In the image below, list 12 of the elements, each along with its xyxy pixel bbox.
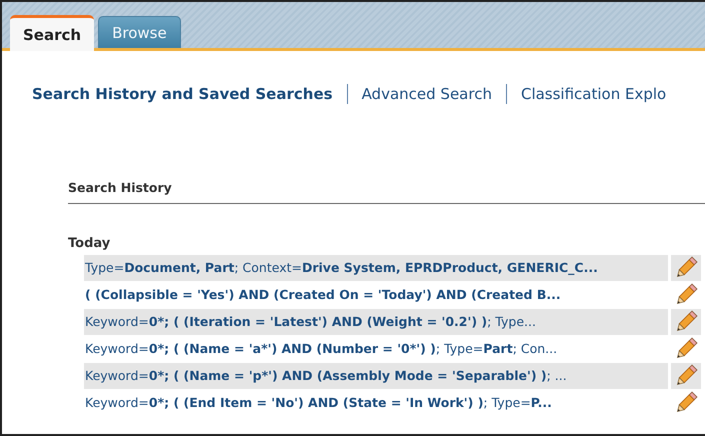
section-title: Search History — [68, 180, 173, 195]
tab[interactable]: Search — [10, 15, 94, 51]
history-entry-link[interactable]: Keyword=0*; ( (Name = 'p*') AND (Assembly Mode = 'Separable') ); ... — [84, 363, 668, 389]
history-entry-link[interactable]: Keyword=0*; ( (Name = 'a*') AND (Number = '0*') ); Type=Part; Con... — [84, 336, 668, 362]
nav-link[interactable]: Search History and Saved Searches — [32, 85, 333, 103]
history-entry-link[interactable]: Type=Document, Part; Context=Drive System, EPRDProduct, GENERIC_C... — [84, 255, 668, 281]
nav-link[interactable]: Advanced Search — [362, 85, 492, 103]
history-entry-link[interactable]: Keyword=0*; ( (Iteration = 'Latest') AND (Weight = '0.2') ); Type... — [84, 309, 668, 335]
group-label: Today — [68, 236, 112, 251]
nav-link[interactable]: Classification Explo — [520, 85, 666, 103]
history-entry-link[interactable]: ( (Collapsible = 'Yes') AND (Created On = 'Today') AND (Created B... — [84, 282, 668, 308]
history-entry-link[interactable]: Keyword=0*; ( (End Item = 'No') AND (State = 'In Work') ); Type=P... — [84, 390, 668, 416]
